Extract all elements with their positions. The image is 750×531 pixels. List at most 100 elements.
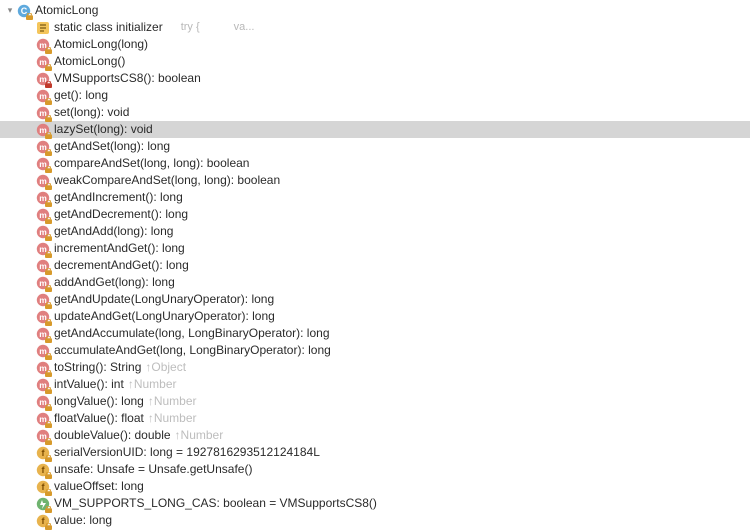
lock-icon [45,166,52,173]
lock-icon [45,387,52,394]
method-icon [36,225,50,239]
member-label: decrementAndGet(): long [54,257,189,274]
lock-icon [45,489,52,496]
lock-icon [45,268,52,275]
lock-icon [45,404,52,411]
lock-icon [45,64,52,71]
inherited-from-label: ↑Number [175,428,224,442]
member-label: incrementAndGet(): long [54,240,185,257]
method-node[interactable]: get(): long [0,87,750,104]
method-node[interactable]: lazySet(long): void [0,121,750,138]
lock-icon [45,200,52,207]
member-label: doubleValue(): double↑Number [54,427,223,444]
method-node[interactable]: VMSupportsCS8(): boolean [0,70,750,87]
code-hint: try { [181,19,200,36]
method-icon [36,72,50,86]
method-node[interactable]: decrementAndGet(): long [0,257,750,274]
member-label: accumulateAndGet(long, LongBinaryOperato… [54,342,331,359]
lock-icon [45,285,52,292]
field-node[interactable]: unsafe: Unsafe = Unsafe.getUnsafe() [0,461,750,478]
lock-icon [45,472,52,479]
method-node[interactable]: weakCompareAndSet(long, long): boolean [0,172,750,189]
method-node[interactable]: floatValue(): float↑Number [0,410,750,427]
method-node[interactable]: incrementAndGet(): long [0,240,750,257]
method-node[interactable]: accumulateAndGet(long, LongBinaryOperato… [0,342,750,359]
method-icon [36,208,50,222]
method-icon [36,191,50,205]
method-node[interactable]: updateAndGet(LongUnaryOperator): long [0,308,750,325]
class-node[interactable]: ▾ AtomicLong [0,2,750,19]
structure-tree[interactable]: ▾ AtomicLong static class initializer tr… [0,0,750,531]
member-label: weakCompareAndSet(long, long): boolean [54,172,280,189]
member-label: VM_SUPPORTS_LONG_CAS: boolean = VMSuppor… [54,495,377,512]
method-node[interactable]: getAndSet(long): long [0,138,750,155]
lock-icon [45,183,52,190]
field-icon [36,446,50,460]
method-icon [36,429,50,443]
method-node[interactable]: intValue(): int↑Number [0,376,750,393]
method-icon [36,123,50,137]
method-icon [36,259,50,273]
method-node[interactable]: toString(): String↑Object [0,359,750,376]
member-label: floatValue(): float↑Number [54,410,197,427]
field-node[interactable]: serialVersionUID: long = 192781629351212… [0,444,750,461]
method-node[interactable]: compareAndSet(long, long): boolean [0,155,750,172]
member-label: getAndAccumulate(long, LongBinaryOperato… [54,325,330,342]
method-icon [36,140,50,154]
method-node[interactable]: longValue(): long↑Number [0,393,750,410]
code-hint: va... [234,19,255,36]
method-icon [36,395,50,409]
member-label: AtomicLong() [54,53,125,70]
method-icon [36,174,50,188]
inherited-from-label: ↑Object [145,360,186,374]
lock-icon [26,13,33,20]
member-label: getAndAdd(long): long [54,223,173,240]
method-node[interactable]: AtomicLong(long) [0,36,750,53]
member-label: VMSupportsCS8(): boolean [54,70,201,87]
method-node[interactable]: set(long): void [0,104,750,121]
field-node[interactable]: value: long [0,512,750,529]
member-label: serialVersionUID: long = 192781629351212… [54,444,320,461]
member-label: getAndDecrement(): long [54,206,188,223]
member-label: lazySet(long): void [54,121,153,138]
method-node[interactable]: doubleValue(): double↑Number [0,427,750,444]
initializer-icon [36,21,50,35]
expand-toggle-icon[interactable]: ▾ [4,2,16,19]
member-label: unsafe: Unsafe = Unsafe.getUnsafe() [54,461,252,478]
lock-icon [45,149,52,156]
method-node[interactable]: getAndAdd(long): long [0,223,750,240]
lock-icon [45,353,52,360]
member-label: set(long): void [54,104,129,121]
method-node[interactable]: getAndDecrement(): long [0,206,750,223]
field-icon [36,463,50,477]
field-node[interactable]: VM_SUPPORTS_LONG_CAS: boolean = VMSuppor… [0,495,750,512]
method-node[interactable]: AtomicLong() [0,53,750,70]
method-icon [36,242,50,256]
lock-icon [45,336,52,343]
field-node[interactable]: valueOffset: long [0,478,750,495]
member-label: longValue(): long↑Number [54,393,197,410]
method-icon [36,327,50,341]
method-icon [36,38,50,52]
lock-icon [45,115,52,122]
member-label: getAndSet(long): long [54,138,170,155]
method-node[interactable]: getAndUpdate(LongUnaryOperator): long [0,291,750,308]
lock-icon [45,132,52,139]
lock-icon [45,319,52,326]
method-icon [36,89,50,103]
field-icon [36,514,50,528]
lock-icon [45,98,52,105]
method-icon [36,55,50,69]
method-node[interactable]: getAndIncrement(): long [0,189,750,206]
method-node[interactable]: addAndGet(long): long [0,274,750,291]
member-label: getAndUpdate(LongUnaryOperator): long [54,291,274,308]
lock-icon [45,438,52,445]
private-lock-icon [45,81,52,88]
inherited-from-label: ↑Number [128,377,177,391]
class-icon [17,4,31,18]
static-initializer-node[interactable]: static class initializer try { va... [0,19,750,36]
method-icon [36,412,50,426]
method-node[interactable]: getAndAccumulate(long, LongBinaryOperato… [0,325,750,342]
field-icon [36,480,50,494]
member-label: toString(): String↑Object [54,359,186,376]
